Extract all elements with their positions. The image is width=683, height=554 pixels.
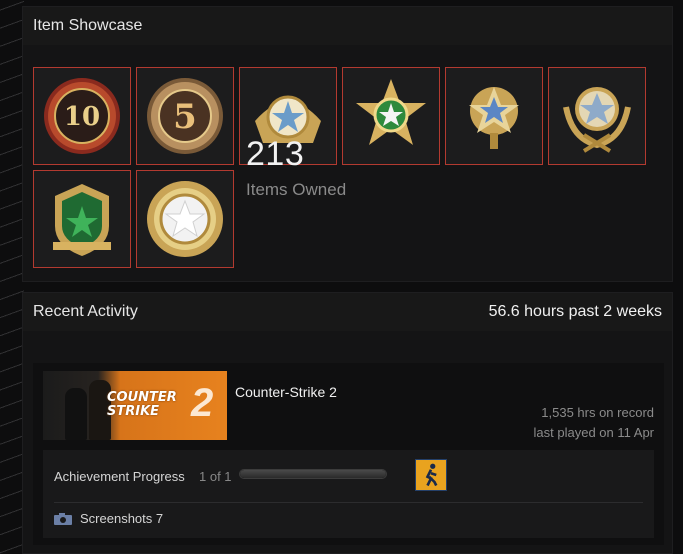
items-owned-count: 213 (246, 135, 305, 173)
showcase-slot-7[interactable] (33, 170, 131, 268)
showcase-slot-1[interactable]: 10 (33, 67, 131, 165)
activity-title: Recent Activity (33, 303, 138, 320)
laurel-medal-icon (563, 87, 631, 153)
achievement-progress-link[interactable]: Achievement Progress (54, 469, 185, 484)
activity-header: Recent Activity 56.6 hours past 2 weeks (23, 293, 672, 331)
game-capsule-image[interactable]: COUNTER STRIKE 2 (43, 371, 227, 440)
achievement-badge-icon[interactable] (415, 459, 447, 491)
achievement-count: 1 of 1 (199, 469, 232, 484)
last-played-date: last played on 11 Apr (533, 425, 654, 440)
hours-past-two-weeks: 56.6 hours past 2 weeks (488, 303, 662, 320)
ten-year-coin-icon: 10 (44, 78, 120, 154)
runner-icon (425, 463, 438, 487)
divider (54, 502, 643, 503)
screenshots-link[interactable]: Screenshots 7 (80, 511, 163, 526)
soldier-silhouette (65, 388, 87, 440)
showcase-slot-2[interactable]: 5 (136, 67, 234, 165)
game-logo-number: 2 (191, 381, 214, 425)
green-shield-medal-icon (53, 184, 111, 256)
item-showcase-panel: Item Showcase 10 5 213 Items Owned (22, 6, 673, 282)
showcase-slot-8[interactable] (136, 170, 234, 268)
hours-on-record: 1,535 hrs on record (541, 405, 654, 420)
showcase-title: Item Showcase (33, 17, 143, 34)
achievement-progress-bar (239, 469, 387, 479)
coin-number: 5 (173, 97, 197, 137)
achievement-progress-fill (240, 470, 386, 478)
items-owned-label: Items Owned (246, 180, 347, 199)
game-title-link[interactable]: Counter-Strike 2 (235, 384, 337, 400)
showcase-slot-6[interactable] (548, 67, 646, 165)
green-star-medal-icon (356, 79, 426, 145)
game-logo-text: COUNTER STRIKE (107, 390, 177, 419)
five-year-coin-icon: 5 (147, 78, 223, 154)
background-streaks (0, 0, 24, 554)
blue-star-medal-icon (469, 87, 519, 149)
showcase-header: Item Showcase (23, 7, 672, 45)
coin-number: 10 (64, 102, 100, 132)
camera-icon (54, 513, 72, 525)
game-activity-card: COUNTER STRIKE 2 Counter-Strike 2 1,535 … (33, 363, 664, 545)
recent-activity-panel: Recent Activity 56.6 hours past 2 weeks … (22, 292, 673, 554)
showcase-slot-4[interactable] (342, 67, 440, 165)
showcase-slot-5[interactable] (445, 67, 543, 165)
silver-star-coin-icon (147, 181, 223, 257)
game-details-box: Achievement Progress 1 of 1 Screenshots … (43, 450, 654, 538)
